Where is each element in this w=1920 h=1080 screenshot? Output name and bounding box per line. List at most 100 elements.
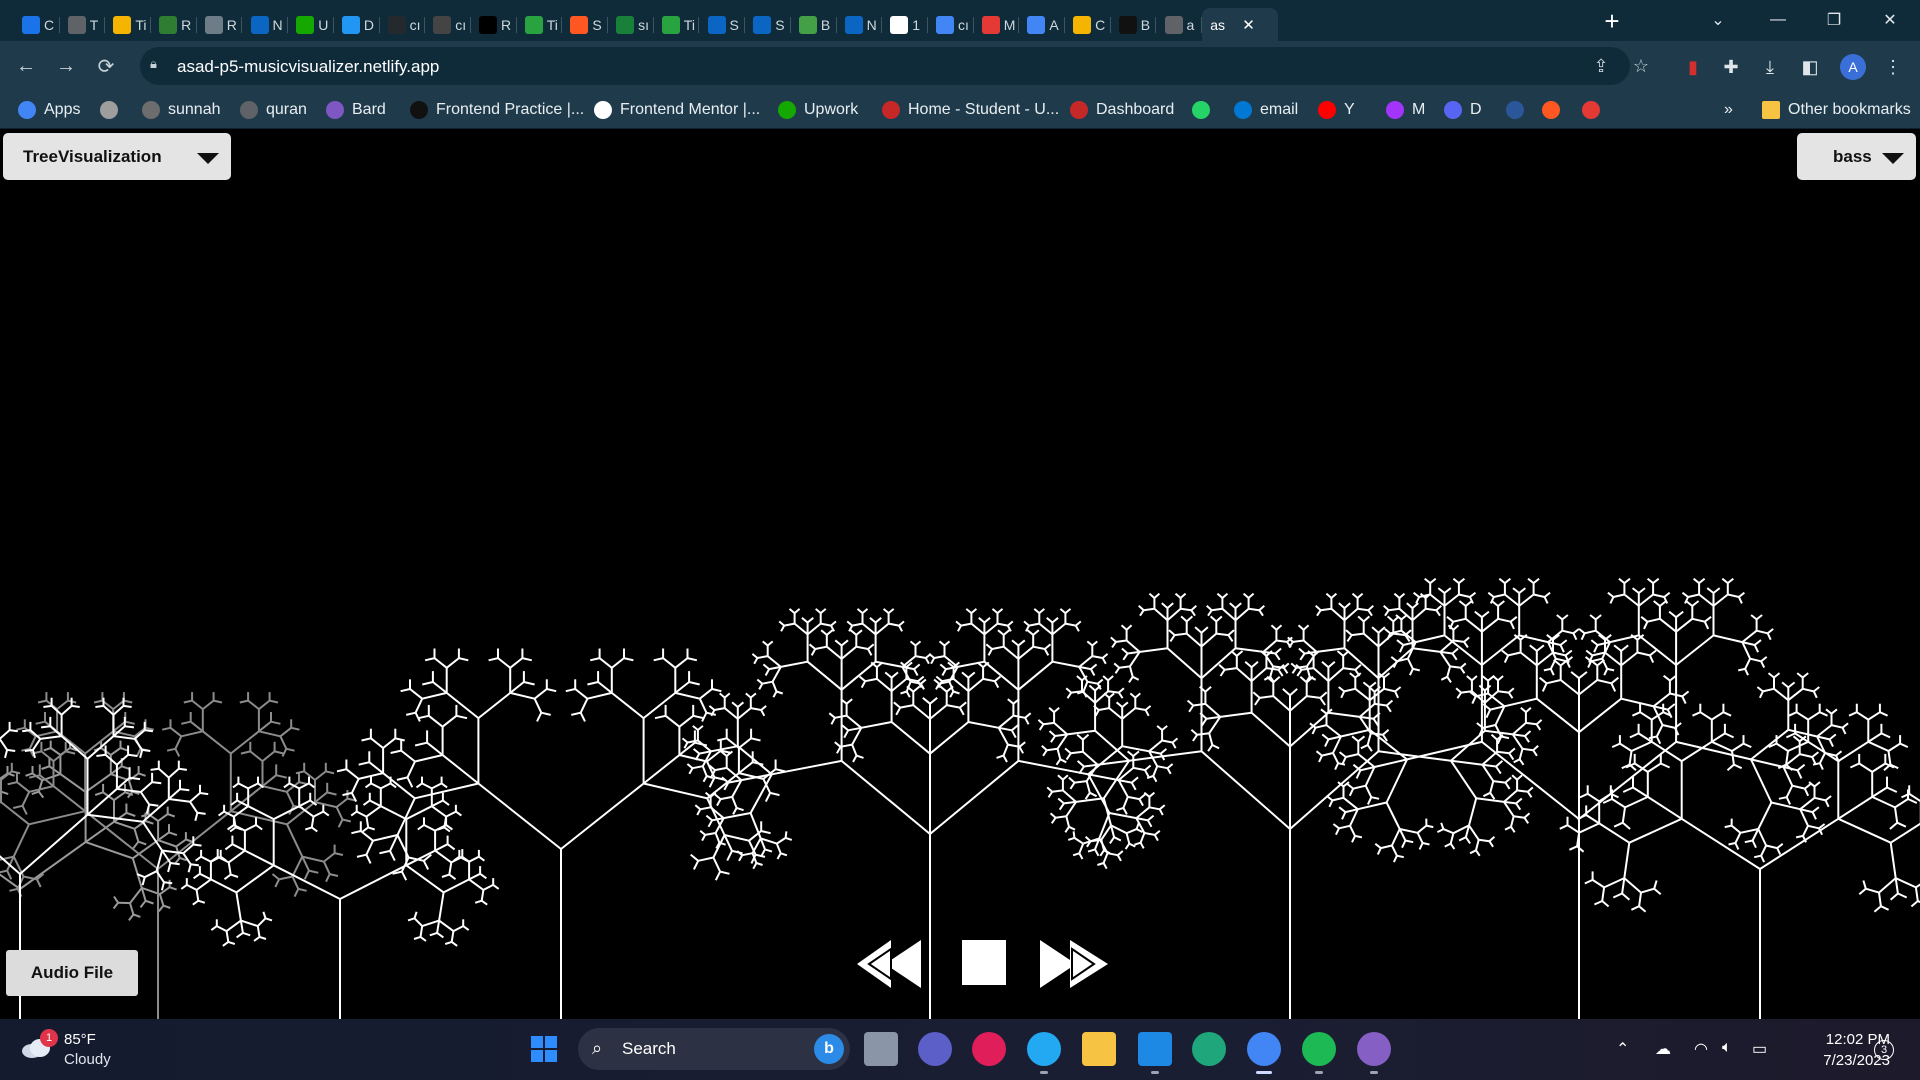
notification-center-badge[interactable]: 3 <box>1874 1040 1894 1060</box>
windows-start-icon[interactable] <box>527 1032 561 1066</box>
url-text[interactable]: asad-p5-musicvisualizer.netlify.app <box>177 57 439 77</box>
browser-tab[interactable]: M <box>974 8 1020 41</box>
audio-file-button[interactable]: Audio File <box>6 950 138 996</box>
browser-tab-active[interactable]: as ✕ <box>1202 8 1279 41</box>
battery-icon[interactable]: ▭ <box>1752 1039 1767 1059</box>
close-tab-icon[interactable]: ✕ <box>1242 16 1255 34</box>
side-panel-icon[interactable]: ◧ <box>1797 54 1823 80</box>
g-favicon-icon <box>890 15 909 34</box>
browser-tab[interactable]: C <box>1065 8 1111 41</box>
onedrive-cloud-icon[interactable]: ☁ <box>1655 1039 1671 1059</box>
browser-tab[interactable]: 1 <box>882 8 928 41</box>
bookmark-item[interactable]: D <box>1444 99 1482 121</box>
bookmarks-overflow-button[interactable]: » <box>1724 99 1733 121</box>
vscode-icon[interactable] <box>1027 1032 1061 1074</box>
taskbar-search[interactable]: ⌕ Search b <box>578 1028 850 1070</box>
browser-tab[interactable]: R <box>197 8 243 41</box>
wifi-icon[interactable]: ◠ <box>1694 1039 1708 1059</box>
bookmark-label: sunnah <box>168 101 221 118</box>
browser-tab[interactable]: B <box>791 8 837 41</box>
download-icon[interactable]: ⤓ <box>1757 54 1783 80</box>
bookmark-item[interactable]: Frontend Mentor |... <box>594 99 760 121</box>
bookmark-item[interactable] <box>1192 99 1210 121</box>
weather-widget[interactable]: 1 85°F Cloudy <box>20 1029 140 1071</box>
bookmark-item[interactable]: Y <box>1318 99 1355 121</box>
back-button[interactable]: ← <box>8 48 44 84</box>
reload-button[interactable]: ⟳ <box>88 48 124 84</box>
volume-icon[interactable]: 🔈︎ <box>1722 1039 1732 1057</box>
tab-title: C <box>44 16 55 33</box>
bookmark-item[interactable]: M <box>1386 99 1425 121</box>
share-icon[interactable]: ⇪ <box>1590 55 1612 77</box>
bing-icon[interactable]: b <box>814 1034 844 1064</box>
browser-tab[interactable]: cı <box>425 8 471 41</box>
minimize-icon[interactable]: — <box>1750 0 1806 40</box>
tab-title: D <box>363 16 375 33</box>
browser-tab[interactable]: sı <box>608 8 654 41</box>
browser-tab[interactable]: a <box>1157 8 1203 41</box>
tab-title: sı <box>638 16 649 33</box>
browser-tab[interactable]: B <box>1111 8 1157 41</box>
square-favicon-icon <box>433 15 452 34</box>
bookmark-item[interactable] <box>1582 99 1600 121</box>
menu-kebab-icon[interactable]: ⋮ <box>1880 54 1906 80</box>
chevron-up-icon[interactable]: ⌃ <box>1616 1039 1629 1059</box>
browser-tab[interactable]: Ti <box>517 8 563 41</box>
back-arrow-icon: ← <box>16 54 36 77</box>
browser-tab[interactable]: cı <box>928 8 974 41</box>
browser-tab[interactable]: A <box>1019 8 1065 41</box>
bookmark-item[interactable] <box>1542 99 1560 121</box>
restore-icon[interactable]: ❐ <box>1806 0 1862 40</box>
visual-studio-icon[interactable] <box>1357 1032 1391 1074</box>
chrome-icon[interactable] <box>1247 1032 1281 1074</box>
browser-tab[interactable]: N <box>243 8 289 41</box>
rewind-button[interactable] <box>855 936 927 992</box>
other-bookmarks-folder[interactable]: Other bookmarks <box>1762 99 1911 121</box>
stop-button[interactable] <box>960 938 1008 988</box>
spotify-icon[interactable] <box>1302 1032 1336 1074</box>
bookmark-item[interactable]: Home - Student - U... <box>882 99 1059 121</box>
browser-tab[interactable]: S <box>562 8 608 41</box>
browser-tab[interactable]: cı <box>380 8 426 41</box>
browser-tab[interactable]: S <box>745 8 791 41</box>
browser-tab[interactable]: Ti <box>654 8 700 41</box>
browser-tab[interactable]: C <box>14 8 60 41</box>
bookmark-item[interactable]: email <box>1234 99 1298 121</box>
bookmark-item[interactable]: Bard <box>326 99 386 121</box>
forward-button[interactable]: → <box>48 48 84 84</box>
extensions-puzzle-icon[interactable]: ✚ <box>1718 54 1744 80</box>
browser-tab[interactable]: Ti <box>105 8 151 41</box>
browser-tab[interactable]: R <box>151 8 197 41</box>
browser-tab[interactable]: R <box>471 8 517 41</box>
bookmark-item[interactable]: Upwork <box>778 99 858 121</box>
bookmark-star-icon[interactable]: ☆ <box>1630 55 1652 77</box>
browser-tab[interactable]: T <box>60 8 106 41</box>
browser-tab[interactable]: S <box>700 8 746 41</box>
slack-icon[interactable] <box>972 1032 1006 1066</box>
bookmark-item[interactable]: Frontend Practice |... <box>410 99 584 121</box>
edge-icon[interactable] <box>1192 1032 1226 1066</box>
visualization-select[interactable]: TreeVisualization <box>3 133 231 180</box>
band-select[interactable]: bass <box>1797 133 1916 180</box>
profile-avatar[interactable]: A <box>1840 54 1866 80</box>
in-favicon-icon <box>250 15 269 34</box>
browser-tab[interactable]: N <box>837 8 883 41</box>
browser-tab[interactable]: D <box>334 8 380 41</box>
extension-red-icon[interactable]: ▮ <box>1680 54 1706 80</box>
bookmark-item[interactable]: Dashboard <box>1070 99 1174 121</box>
bookmark-item[interactable] <box>1506 99 1524 121</box>
bookmark-item[interactable]: Apps <box>18 99 80 121</box>
close-window-icon[interactable]: ✕ <box>1862 0 1918 40</box>
mail-icon[interactable] <box>1138 1032 1172 1074</box>
bookmark-item[interactable]: sunnah <box>142 99 221 121</box>
browser-tab[interactable]: U <box>288 8 334 41</box>
teams-chat-icon[interactable] <box>918 1032 952 1066</box>
address-bar[interactable]: 🔒︎ asad-p5-musicvisualizer.netlify.app ⇪… <box>140 47 1649 85</box>
new-tab-button[interactable]: + <box>1596 5 1628 37</box>
file-explorer-icon[interactable] <box>1082 1032 1116 1066</box>
bookmark-item[interactable] <box>100 99 118 121</box>
fast-forward-button[interactable] <box>1038 936 1110 992</box>
tab-search-icon[interactable]: ⌄ <box>1690 0 1746 40</box>
bookmark-item[interactable]: quran <box>240 99 307 121</box>
task-view-icon[interactable] <box>864 1032 898 1066</box>
